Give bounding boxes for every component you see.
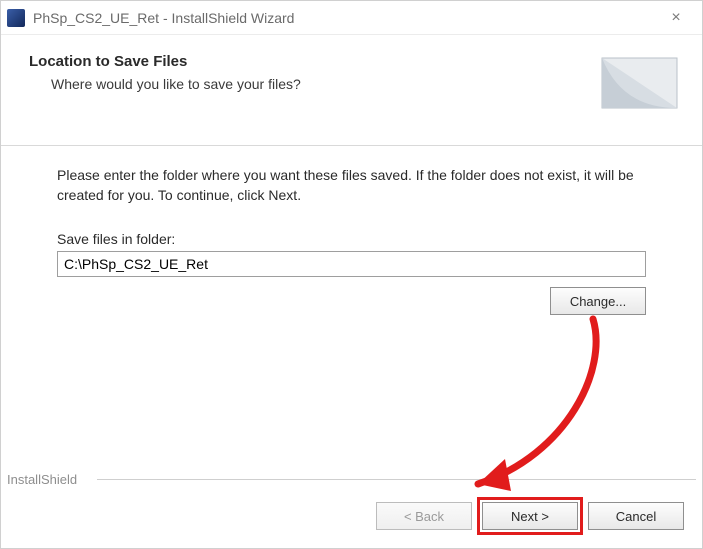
installshield-brand: InstallShield: [7, 472, 702, 486]
path-input[interactable]: [57, 251, 646, 277]
wizard-header: Location to Save Files Where would you l…: [1, 35, 702, 145]
page-subtitle: Where would you like to save your files?: [29, 76, 582, 92]
titlebar: PhSp_CS2_UE_Ret - InstallShield Wizard ×: [1, 1, 702, 35]
app-icon: [7, 9, 25, 27]
close-icon[interactable]: ×: [656, 9, 696, 27]
back-button[interactable]: < Back: [376, 502, 472, 530]
content-area: Please enter the folder where you want t…: [1, 146, 702, 472]
page-curl-icon: [582, 53, 682, 133]
page-title: Location to Save Files: [29, 53, 582, 70]
change-button[interactable]: Change...: [550, 287, 646, 315]
footer: InstallShield < Back Next > Cancel: [1, 472, 702, 548]
next-button[interactable]: Next >: [482, 502, 578, 530]
instruction-text: Please enter the folder where you want t…: [57, 166, 646, 205]
window-title: PhSp_CS2_UE_Ret - InstallShield Wizard: [33, 10, 656, 26]
path-field-label: Save files in folder:: [57, 231, 646, 247]
cancel-button[interactable]: Cancel: [588, 502, 684, 530]
